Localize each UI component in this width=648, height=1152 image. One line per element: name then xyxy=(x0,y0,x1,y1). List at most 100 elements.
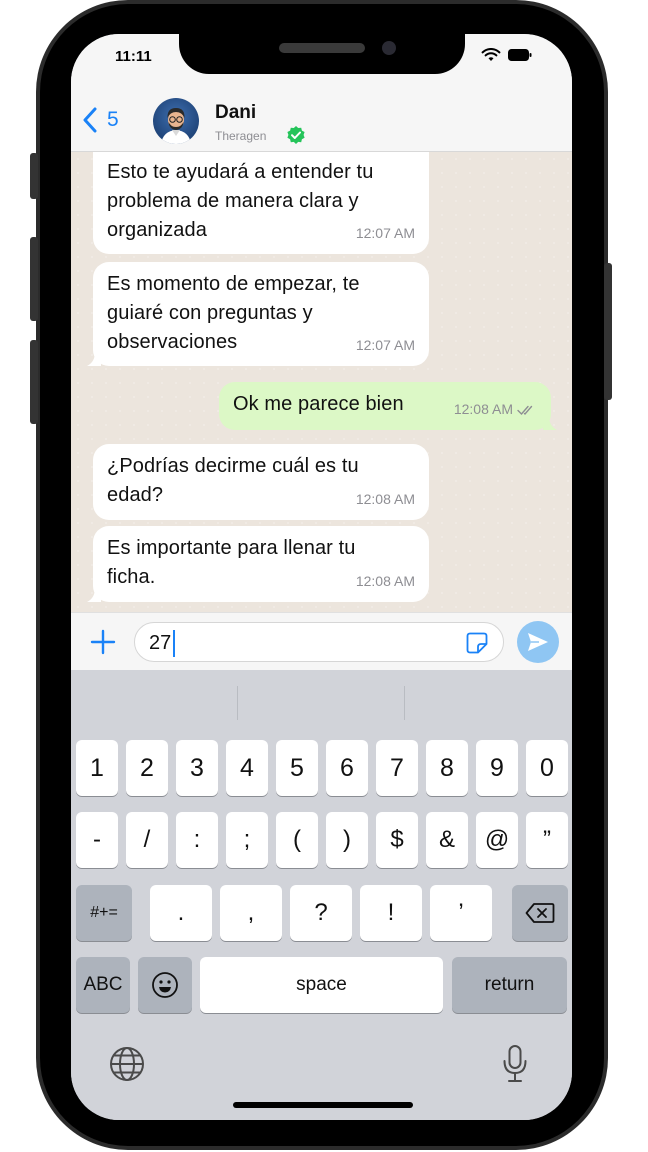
key[interactable]: 2 xyxy=(126,740,168,796)
key[interactable]: 6 xyxy=(326,740,368,796)
key[interactable]: ; xyxy=(226,812,268,868)
message-time: 12:08 AM xyxy=(453,401,513,417)
message-time: 12:08 AM xyxy=(355,573,415,589)
key-label: ’ xyxy=(458,899,464,926)
contact-name[interactable]: Dani xyxy=(215,102,256,124)
key-label: 7 xyxy=(390,753,404,782)
key[interactable]: 9 xyxy=(476,740,518,796)
key-label: ABC xyxy=(83,974,123,995)
message-incoming[interactable]: Esto te ayudará a entender tu problema d… xyxy=(93,152,429,254)
key-label: $ xyxy=(390,826,404,853)
message-meta: 12:08 AM xyxy=(356,485,415,514)
key-label: . xyxy=(177,899,185,926)
message-incoming[interactable]: Es momento de empezar, te guiaré con pre… xyxy=(87,262,429,366)
unread-count: 5 xyxy=(107,108,119,131)
message-meta: 12:08 AM xyxy=(454,395,537,424)
key-label: #+= xyxy=(90,904,118,921)
key-label: 5 xyxy=(290,753,304,782)
contact-subtitle: Theragen xyxy=(215,129,267,143)
message-incoming[interactable]: ¿Podrías decirme cuál es tu edad? 12:08 … xyxy=(93,444,429,520)
suggestion-divider xyxy=(237,686,238,720)
key[interactable]: ) xyxy=(326,812,368,868)
key-label: @ xyxy=(484,826,510,853)
globe-icon[interactable] xyxy=(109,1046,145,1082)
sticker-icon[interactable] xyxy=(465,631,489,655)
bubble-tail xyxy=(87,588,101,602)
avatar-illustration xyxy=(161,108,191,144)
chat-header: 5 Dani Theragen xyxy=(71,82,572,152)
key-label: , xyxy=(247,899,255,926)
key[interactable]: ’ xyxy=(430,885,492,941)
key[interactable]: - xyxy=(76,812,118,868)
key-label: 6 xyxy=(340,753,354,782)
bubble-tail xyxy=(543,416,557,430)
key-abc[interactable]: ABC xyxy=(76,957,130,1013)
key[interactable]: : xyxy=(176,812,218,868)
key[interactable]: $ xyxy=(376,812,418,868)
key[interactable]: ! xyxy=(360,885,422,941)
message-list: Esto te ayudará a entender tu problema d… xyxy=(71,152,572,612)
key[interactable]: 3 xyxy=(176,740,218,796)
key[interactable]: 7 xyxy=(376,740,418,796)
message-outgoing[interactable]: Ok me parece bien 12:08 AM xyxy=(219,382,557,430)
key-label: 9 xyxy=(490,753,504,782)
key-label: ! xyxy=(387,899,395,926)
key[interactable]: ” xyxy=(526,812,568,868)
speaker-grille xyxy=(279,43,365,53)
message-input[interactable]: 27 xyxy=(134,622,504,662)
key-label: return xyxy=(484,974,535,995)
message-time: 12:08 AM xyxy=(355,491,415,507)
silent-switch xyxy=(30,153,38,199)
message-time: 12:07 AM xyxy=(355,337,415,353)
key-space[interactable]: space xyxy=(200,957,443,1013)
key-emoji[interactable] xyxy=(138,957,192,1013)
key[interactable]: 4 xyxy=(226,740,268,796)
message-meta: 12:07 AM xyxy=(356,219,415,248)
key[interactable]: 5 xyxy=(276,740,318,796)
avatar[interactable] xyxy=(153,98,199,144)
microphone-icon[interactable] xyxy=(501,1044,529,1084)
key-label: 0 xyxy=(540,753,554,782)
emoji-icon xyxy=(152,972,178,998)
key-label: ) xyxy=(343,826,351,853)
key[interactable]: , xyxy=(220,885,282,941)
key-label: / xyxy=(143,826,151,853)
message-input-text: 27 xyxy=(149,632,172,654)
verified-badge-icon xyxy=(287,126,305,144)
key-more-symbols[interactable]: #+= xyxy=(76,885,132,941)
power-button xyxy=(604,263,612,400)
key-label: 1 xyxy=(90,753,104,782)
key-backspace[interactable] xyxy=(512,885,568,941)
key[interactable]: ? xyxy=(290,885,352,941)
composer-bar: 27 xyxy=(71,612,572,670)
message-meta: 12:07 AM xyxy=(356,331,415,360)
message-incoming[interactable]: Es importante para llenar tu ficha. 12:0… xyxy=(87,526,429,602)
back-button[interactable]: 5 xyxy=(81,106,119,134)
send-icon xyxy=(528,633,548,651)
notch xyxy=(179,34,465,74)
key-label: : xyxy=(193,826,201,853)
key[interactable]: 8 xyxy=(426,740,468,796)
key-label: 3 xyxy=(190,753,204,782)
key-label: & xyxy=(438,826,455,853)
key[interactable]: / xyxy=(126,812,168,868)
key-label: 2 xyxy=(140,753,154,782)
key[interactable]: . xyxy=(150,885,212,941)
key[interactable]: 1 xyxy=(76,740,118,796)
key-return[interactable]: return xyxy=(452,957,567,1013)
key-label: - xyxy=(93,826,101,853)
key[interactable]: ( xyxy=(276,812,318,868)
status-time: 11:11 xyxy=(115,48,152,65)
chevron-left-icon xyxy=(83,107,97,133)
read-ticks-icon xyxy=(517,405,533,415)
plus-icon[interactable] xyxy=(89,628,117,656)
key-label: ( xyxy=(293,826,301,853)
key[interactable]: & xyxy=(426,812,468,868)
key[interactable]: 0 xyxy=(526,740,568,796)
send-button[interactable] xyxy=(517,621,559,663)
message-time: 12:07 AM xyxy=(355,225,415,241)
backspace-icon xyxy=(525,903,555,923)
key[interactable]: @ xyxy=(476,812,518,868)
key-label: space xyxy=(296,974,347,995)
key-label: ; xyxy=(243,826,251,853)
